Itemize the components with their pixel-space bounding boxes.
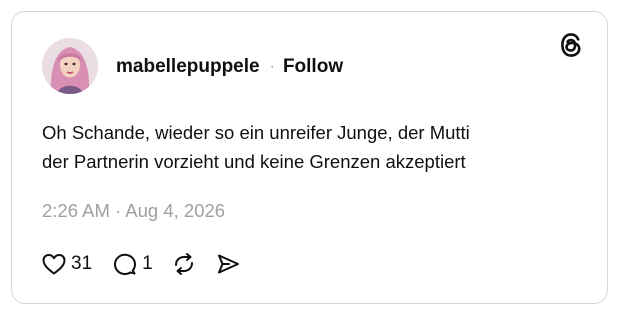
post-card: mabellepuppele · Follow Oh Schande, wied… xyxy=(11,11,608,304)
post-text-line-1: Oh Schande, wieder so ein unreifer Junge… xyxy=(42,122,470,143)
share-button[interactable] xyxy=(215,252,241,276)
reply-button[interactable]: 1 xyxy=(112,252,153,276)
reply-count: 1 xyxy=(142,253,153,274)
heart-icon xyxy=(42,254,66,275)
speech-bubble-icon xyxy=(114,253,137,275)
send-icon xyxy=(217,254,239,274)
username-link[interactable]: mabellepuppele xyxy=(116,56,260,78)
post-timestamp[interactable]: 2:26 AM · Aug 4, 2026 xyxy=(42,200,225,222)
repost-button[interactable] xyxy=(171,252,197,276)
post-text-line-2: der Partnerin vorzieht und keine Grenzen… xyxy=(42,151,466,172)
like-count: 31 xyxy=(71,253,93,274)
avatar[interactable] xyxy=(42,38,98,94)
like-button[interactable]: 31 xyxy=(41,252,92,276)
repost-arrows-icon xyxy=(174,253,193,275)
separator-dot: · xyxy=(269,58,275,75)
follow-button[interactable]: Follow xyxy=(283,56,343,78)
action-bar: 31 1 xyxy=(41,251,241,277)
threads-logo-icon[interactable] xyxy=(559,32,583,58)
avatar-image xyxy=(42,38,98,94)
post-text: Oh Schande, wieder so ein unreifer Junge… xyxy=(42,118,582,176)
post-header: mabellepuppele · Follow xyxy=(116,56,343,78)
